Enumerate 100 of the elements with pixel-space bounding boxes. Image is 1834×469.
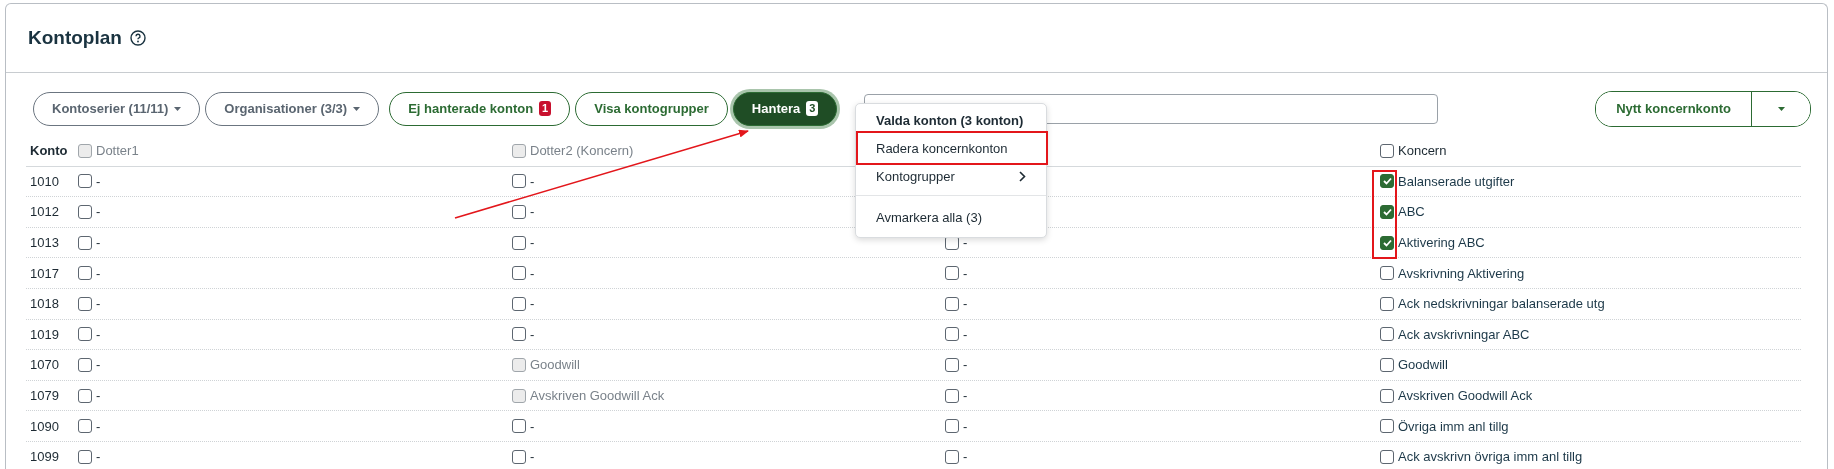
checkbox[interactable] (78, 235, 92, 250)
column-header: Dotter2 (Koncern) (530, 143, 634, 159)
account-name: Avskriven Goodwill Ack (1398, 388, 1533, 404)
checkbox[interactable] (945, 419, 959, 434)
checkbox[interactable] (945, 357, 959, 372)
checkbox[interactable] (78, 327, 92, 342)
account-name: - (96, 357, 101, 373)
account-name: - (96, 326, 101, 342)
account-name: - (963, 235, 968, 251)
account-name: Goodwill (1398, 357, 1448, 373)
account-name: Avskrivning Aktivering (1398, 265, 1525, 281)
menu-item[interactable]: Avmarkera alla (3) (856, 203, 1046, 231)
checkbox[interactable] (512, 419, 526, 434)
account-number: 1018 (29, 296, 60, 312)
account-name: Ack nedskrivningar balanserade utg (1398, 296, 1605, 312)
toggle-button[interactable]: Visa kontogrupper (575, 91, 728, 126)
account-name: - (530, 235, 535, 251)
account-name: - (96, 418, 101, 434)
account-name: ABC (1398, 204, 1425, 220)
caret-icon (353, 106, 361, 111)
account-number: 1010 (29, 173, 60, 189)
account-name: Övriga imm anl tillg (1398, 418, 1509, 434)
caret-icon (174, 106, 182, 111)
checkbox[interactable] (1380, 143, 1394, 158)
checkbox[interactable] (78, 388, 92, 403)
checkbox[interactable] (512, 266, 526, 281)
page-title: Kontoplan (28, 27, 122, 49)
account-name: - (963, 388, 968, 404)
checkbox[interactable] (78, 266, 92, 281)
account-name: - (530, 326, 535, 342)
account-number: 1099 (29, 449, 60, 465)
account-name: - (963, 326, 968, 342)
checkbox[interactable] (1380, 174, 1394, 189)
checkbox[interactable] (78, 296, 92, 311)
menu-title: Valda konton (3 konton) (875, 112, 1025, 130)
checkbox[interactable] (512, 327, 526, 342)
checkbox[interactable] (512, 449, 526, 464)
checkbox[interactable] (1380, 266, 1394, 281)
checkbox[interactable] (78, 357, 92, 372)
checkbox[interactable] (945, 388, 959, 403)
toggle-button[interactable]: Hantera 3 (732, 91, 838, 126)
checkbox[interactable] (1380, 296, 1394, 311)
account-number: 1017 (29, 265, 60, 281)
account-name: Ack avskrivn övriga imm anl tillg (1398, 449, 1583, 465)
menu-item[interactable]: Radera koncernkonton (856, 134, 1046, 162)
checkbox[interactable] (78, 419, 92, 434)
checkbox[interactable] (512, 205, 526, 219)
account-name: - (96, 449, 101, 465)
checkbox[interactable] (945, 327, 959, 342)
account-name: - (96, 296, 101, 312)
account-name: Aktivering ABC (1398, 235, 1485, 251)
checkbox[interactable] (1380, 388, 1394, 403)
chevron-right-icon (1019, 170, 1026, 182)
checkbox[interactable] (78, 174, 92, 189)
checkbox[interactable] (945, 296, 959, 311)
account-number: 1012 (29, 204, 60, 220)
account-name: - (530, 173, 535, 189)
caret-icon (1777, 106, 1785, 111)
account-name: - (963, 296, 968, 312)
account-name: - (96, 235, 101, 251)
account-name: - (963, 418, 968, 434)
checkbox[interactable] (78, 205, 92, 219)
checkbox[interactable] (1380, 327, 1394, 342)
account-number: 1013 (29, 235, 60, 251)
account-name: - (530, 265, 535, 281)
help-icon[interactable] (129, 30, 146, 46)
column-header: Konto (29, 143, 69, 159)
checkbox[interactable] (1380, 205, 1394, 219)
new-account-button[interactable]: Nytt koncernkonto (1596, 91, 1752, 126)
account-name: - (96, 265, 101, 281)
account-number: 1019 (29, 326, 60, 342)
account-number: 1090 (29, 418, 60, 434)
account-name: - (530, 204, 535, 220)
account-name: - (963, 449, 968, 465)
menu-item[interactable]: Kontogrupper (856, 162, 1046, 190)
checkbox[interactable] (78, 449, 92, 464)
count-badge: 3 (806, 101, 819, 116)
toggle-button[interactable]: Ej hanterade konton 1 (389, 91, 571, 126)
checkbox[interactable] (512, 174, 526, 189)
checkbox[interactable] (945, 266, 959, 281)
account-name: - (96, 388, 101, 404)
checkbox[interactable] (1380, 357, 1394, 372)
account-name: - (963, 265, 968, 281)
checkbox[interactable] (512, 296, 526, 311)
checkbox[interactable] (512, 235, 526, 250)
checkbox[interactable] (945, 449, 959, 464)
account-name: Goodwill (530, 357, 580, 373)
filter-dropdown[interactable]: Kontoserier (11/11) (33, 91, 201, 126)
filter-dropdown[interactable]: Organisationer (3/3) (205, 91, 380, 126)
checkbox[interactable] (1380, 235, 1394, 250)
checkbox[interactable] (1380, 449, 1394, 464)
account-name: - (96, 173, 101, 189)
checkbox[interactable] (1380, 419, 1394, 434)
column-header: Dotter1 (96, 143, 139, 159)
account-number: 1079 (29, 388, 60, 404)
account-number: 1070 (29, 357, 60, 373)
account-name: - (963, 357, 968, 373)
account-name: Ack avskrivningar ABC (1398, 326, 1530, 342)
account-name: - (530, 449, 535, 465)
account-name: - (530, 296, 535, 312)
